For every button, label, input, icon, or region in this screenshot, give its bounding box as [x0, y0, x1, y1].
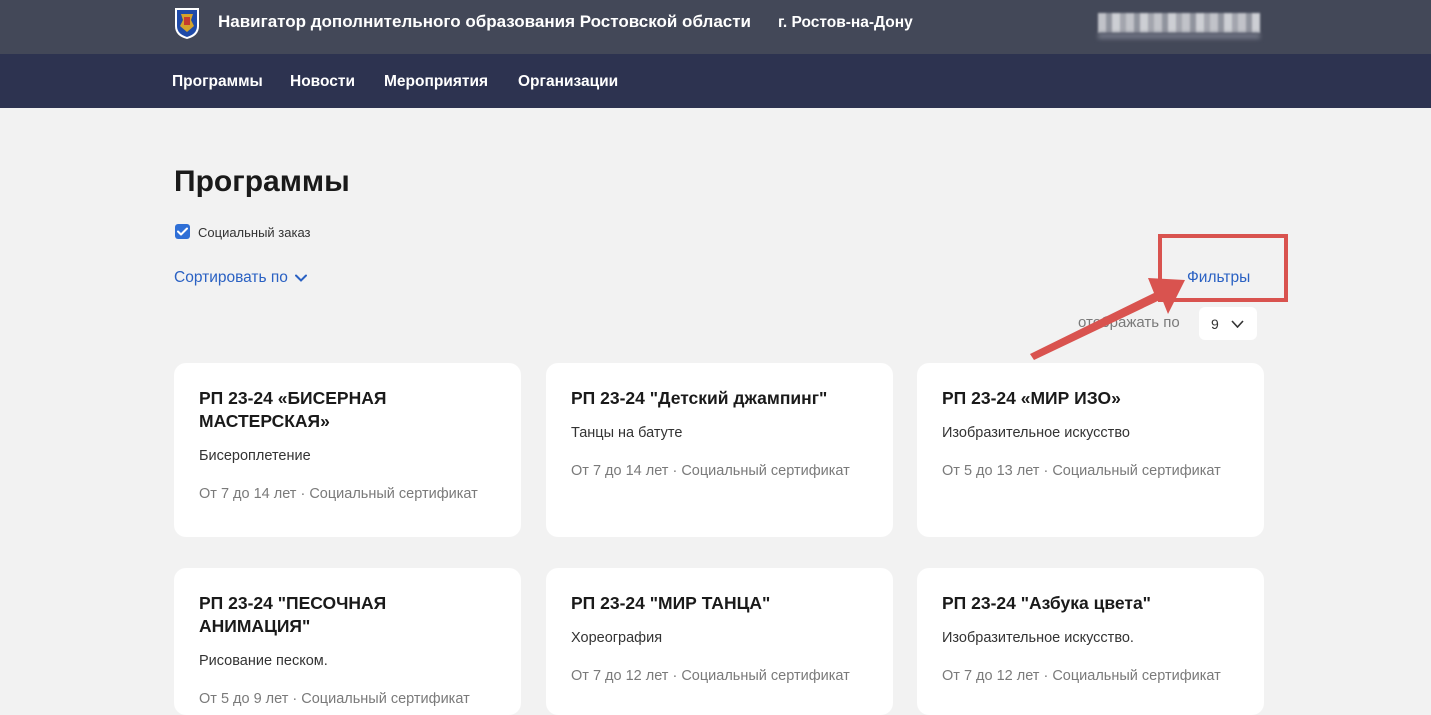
top-bar: Навигатор дополнительного образования Ро…: [0, 0, 1431, 54]
card-meta: От 5 до 13 лет · Социальный сертификат: [942, 463, 1221, 479]
card-subtitle: Рисование песком.: [199, 653, 328, 669]
card-title[interactable]: РП 23-24 "МИР ТАНЦА": [571, 592, 868, 615]
card-title[interactable]: РП 23-24 «МИР ИЗО»: [942, 387, 1239, 410]
card-meta: От 7 до 12 лет · Социальный сертификат: [942, 668, 1221, 684]
card-title[interactable]: РП 23-24 «БИСЕРНАЯ МАСТЕРСКАЯ»: [199, 387, 496, 433]
site-title[interactable]: Навигатор дополнительного образования Ро…: [218, 12, 751, 32]
sort-label: Сортировать по: [174, 269, 288, 286]
coat-of-arms-logo[interactable]: [172, 6, 202, 40]
program-card[interactable]: РП 23-24 "МИР ТАНЦА" Хореография От 7 до…: [546, 568, 893, 715]
program-card[interactable]: РП 23-24 «БИСЕРНАЯ МАСТЕРСКАЯ» Бисеропле…: [174, 363, 521, 537]
card-meta: От 7 до 14 лет · Социальный сертификат: [199, 486, 478, 502]
program-card[interactable]: РП 23-24 "ПЕСОЧНАЯ АНИМАЦИЯ" Рисование п…: [174, 568, 521, 715]
program-card[interactable]: РП 23-24 "Азбука цвета" Изобразительное …: [917, 568, 1264, 715]
card-subtitle: Хореография: [571, 630, 663, 646]
chevron-down-icon: [294, 274, 307, 282]
card-subtitle: Изобразительное искусство: [942, 425, 1130, 441]
city-selector[interactable]: г. Ростов-на-Дону: [778, 14, 913, 32]
nav-item-news[interactable]: Новости: [290, 73, 355, 91]
card-title[interactable]: РП 23-24 "Детский джампинг": [571, 387, 868, 410]
user-account-blurred-line: [1098, 33, 1260, 39]
chevron-down-icon: [1231, 319, 1244, 328]
card-subtitle: Танцы на батуте: [571, 425, 683, 441]
main-nav: Программы Новости Мероприятия Организаци…: [0, 54, 1431, 108]
social-order-checkbox[interactable]: [175, 224, 190, 239]
card-title[interactable]: РП 23-24 "ПЕСОЧНАЯ АНИМАЦИЯ": [199, 592, 496, 638]
social-order-label[interactable]: Социальный заказ: [198, 225, 311, 240]
card-subtitle: Изобразительное искусство.: [942, 630, 1134, 646]
card-title[interactable]: РП 23-24 "Азбука цвета": [942, 592, 1239, 615]
page-title: Программы: [174, 165, 350, 198]
annotation-highlight-box: [1158, 234, 1288, 302]
program-card[interactable]: РП 23-24 «МИР ИЗО» Изобразительное искус…: [917, 363, 1264, 537]
per-page-value: 9: [1211, 315, 1219, 332]
nav-item-events[interactable]: Мероприятия: [384, 73, 488, 91]
nav-item-programs[interactable]: Программы: [172, 73, 263, 91]
nav-item-organizations[interactable]: Организации: [518, 73, 618, 91]
card-meta: От 7 до 12 лет · Социальный сертификат: [571, 668, 850, 684]
per-page-label: отображать по: [1078, 314, 1180, 331]
program-card[interactable]: РП 23-24 "Детский джампинг" Танцы на бат…: [546, 363, 893, 537]
user-account-blurred[interactable]: [1098, 13, 1260, 33]
card-meta: От 7 до 14 лет · Социальный сертификат: [571, 463, 850, 479]
card-subtitle: Бисероплетение: [199, 448, 311, 464]
checkmark-icon: [177, 227, 188, 236]
card-meta: От 5 до 9 лет · Социальный сертификат: [199, 691, 470, 707]
per-page-select[interactable]: 9: [1199, 307, 1257, 340]
sort-dropdown[interactable]: Сортировать по: [174, 269, 307, 287]
